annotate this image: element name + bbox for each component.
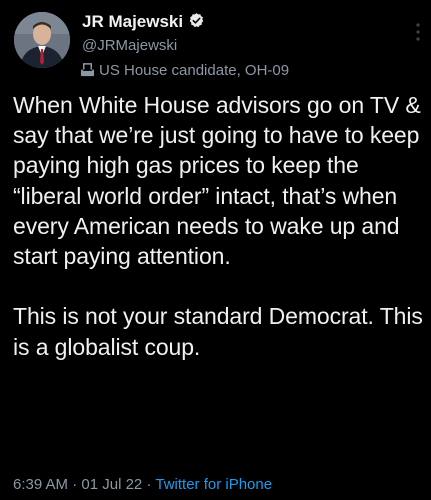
verified-badge-icon (188, 12, 205, 34)
meta-separator: · (146, 476, 152, 493)
avatar-image (14, 12, 70, 68)
tweet-date[interactable]: 01 Jul 22 (81, 476, 142, 493)
meta-separator: · (72, 476, 78, 493)
account-label: US House candidate, OH-09 (80, 62, 289, 81)
tweet-meta: 6:39 AM · 01 Jul 22 · Twitter for iPhone (13, 476, 272, 493)
account-label-text: US House candidate, OH-09 (99, 62, 290, 79)
ballot-box-icon (80, 62, 95, 81)
display-name-text: JR Majewski (82, 12, 184, 31)
avatar[interactable] (14, 12, 70, 68)
more-options-icon[interactable] (415, 22, 421, 42)
tweet-text: When White House advisors go on TV & say… (13, 92, 423, 360)
tweet-time[interactable]: 6:39 AM (13, 476, 68, 493)
tweet-source-link[interactable]: Twitter for iPhone (155, 476, 272, 493)
display-name[interactable]: JR Majewski (82, 12, 205, 34)
handle[interactable]: @JRMajewski (82, 37, 177, 54)
tweet: JR Majewski @JRMajewski US House candida… (0, 0, 431, 500)
